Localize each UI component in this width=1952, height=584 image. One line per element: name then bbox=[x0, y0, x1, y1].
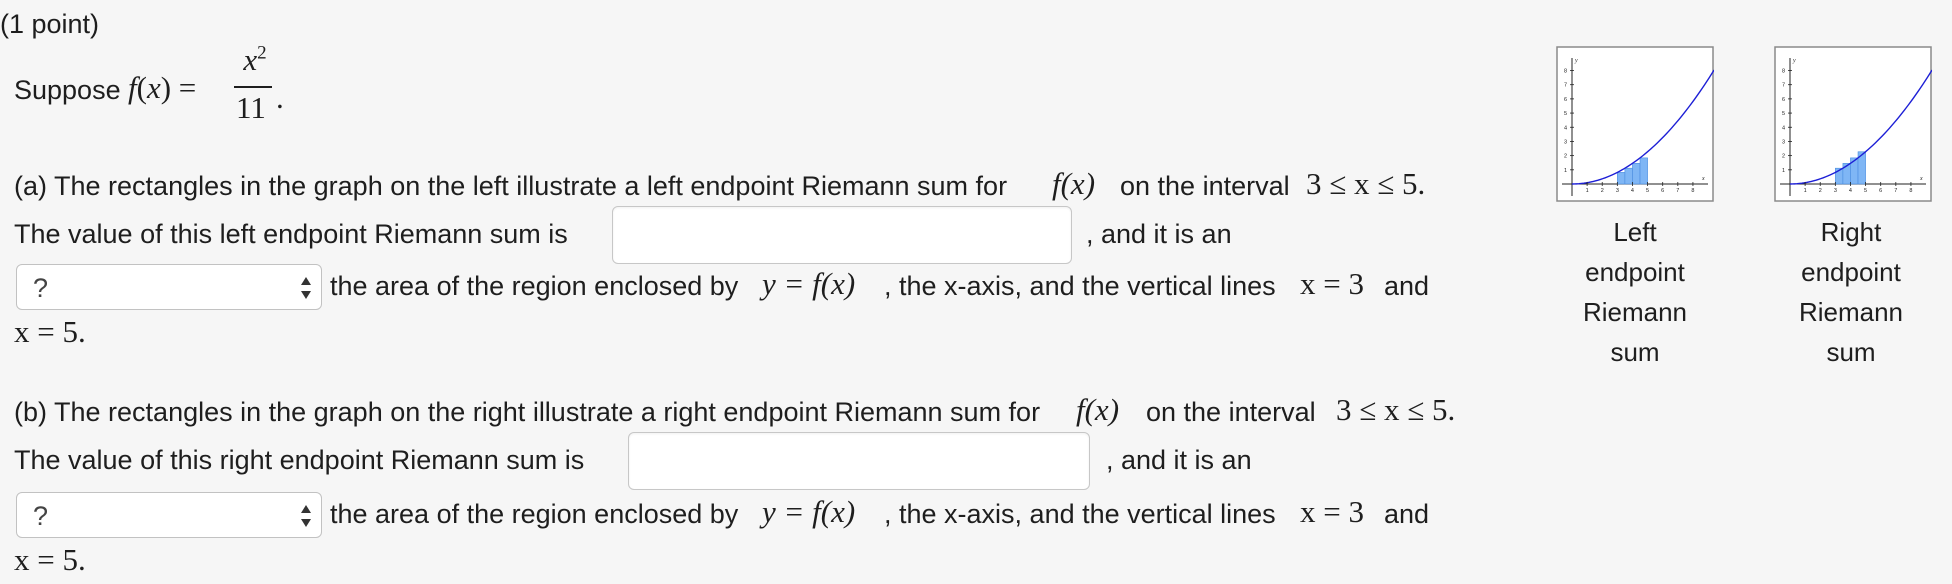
right-caption-line: Right bbox=[1820, 217, 1882, 247]
left-x-tick-label: 7 bbox=[1676, 188, 1679, 194]
part-b-y-eq-fx: y = f(x) bbox=[762, 494, 856, 529]
right-riemann-graph[interactable]: 1 2 3 4 5 6 7 8 1 2 3 4 5 6 7 8 x y bbox=[1774, 46, 1932, 202]
right-x-axis-label: x bbox=[1919, 176, 1923, 182]
part-b-fx: f(x) bbox=[1076, 392, 1120, 427]
right-x-tick-label: 5 bbox=[1864, 188, 1867, 194]
left-riemann-graph[interactable]: 1 2 3 4 5 6 7 8 1 2 3 4 5 6 7 8 x y bbox=[1556, 46, 1714, 202]
left-y-tick-label: 1 bbox=[1564, 168, 1567, 174]
right-graph-caption: Right endpoint Riemann sum bbox=[1776, 212, 1926, 372]
part-a-fx: f(x) bbox=[1052, 166, 1096, 201]
part-a-x-eq-3: x = 3 bbox=[1300, 266, 1364, 301]
left-graph-caption: Left endpoint Riemann sum bbox=[1560, 212, 1710, 372]
part-b-answer-input[interactable] bbox=[628, 432, 1090, 490]
part-a-y-eq-fx: y = f(x) bbox=[762, 266, 856, 301]
part-b-line4: x = 5. bbox=[14, 542, 86, 577]
function-def: f(x) = bbox=[128, 70, 197, 105]
left-y-tick-label: 5 bbox=[1564, 111, 1567, 117]
part-b-line3: the area of the region enclosed by bbox=[330, 499, 739, 529]
part-a-line2: The value of this left endpoint Riemann … bbox=[14, 219, 568, 249]
left-x-tick-label: 8 bbox=[1691, 188, 1694, 194]
left-caption-line: sum bbox=[1610, 337, 1660, 367]
fraction-numerator: x2 bbox=[243, 42, 267, 77]
part-b-line2-tail: , and it is an bbox=[1106, 445, 1252, 475]
left-y-tick-label: 7 bbox=[1564, 83, 1567, 89]
right-y-axis-label: y bbox=[1792, 58, 1796, 64]
part-b-x-eq-3: x = 3 bbox=[1300, 494, 1364, 529]
right-caption-line: sum bbox=[1826, 337, 1876, 367]
left-caption-line: Riemann bbox=[1582, 297, 1688, 327]
left-x-axis-label: x bbox=[1701, 176, 1705, 182]
part-a-line1-tail: on the interval bbox=[1120, 171, 1290, 201]
left-x-tick-label: 1 bbox=[1586, 188, 1589, 194]
left-x-tick-label: 3 bbox=[1616, 188, 1619, 194]
left-riemann-rect bbox=[1632, 163, 1641, 185]
points-label: (1 point) bbox=[0, 9, 100, 39]
right-x-tick-label: 3 bbox=[1834, 188, 1837, 194]
left-y-tick-label: 6 bbox=[1564, 97, 1567, 103]
updown-arrows-icon bbox=[301, 505, 311, 527]
right-y-tick-label: 2 bbox=[1782, 154, 1785, 160]
part-b-comparison-select[interactable]: ? bbox=[16, 492, 322, 538]
right-y-tick-label: 8 bbox=[1782, 69, 1785, 75]
right-x-tick-label: 7 bbox=[1894, 188, 1897, 194]
right-y-tick-label: 1 bbox=[1782, 168, 1785, 174]
part-a-select-value: ? bbox=[33, 273, 49, 303]
left-caption-line: Left bbox=[1613, 217, 1657, 247]
right-caption-line: endpoint bbox=[1801, 257, 1901, 287]
part-b-line1: (b) The rectangles in the graph on the r… bbox=[14, 397, 1041, 427]
part-b-line3-mid: , the x-axis, and the vertical lines bbox=[884, 499, 1276, 529]
part-a-line2-tail: , and it is an bbox=[1086, 219, 1232, 249]
part-a-interval: 3 ≤ x ≤ 5. bbox=[1306, 166, 1426, 201]
right-y-tick-label: 4 bbox=[1782, 125, 1785, 131]
right-x-tick-label: 8 bbox=[1909, 188, 1912, 194]
left-y-tick-label: 2 bbox=[1564, 154, 1567, 160]
part-a-answer-input[interactable] bbox=[612, 206, 1072, 264]
part-b-line2: The value of this right endpoint Riemann… bbox=[14, 445, 585, 475]
left-y-tick-label: 3 bbox=[1564, 139, 1567, 145]
suppose-label: Suppose bbox=[14, 75, 121, 105]
right-x-tick-label: 4 bbox=[1849, 188, 1852, 194]
part-a-line1: (a) The rectangles in the graph on the l… bbox=[14, 171, 1008, 201]
left-y-tick-label: 4 bbox=[1564, 125, 1567, 131]
part-a-line3-mid: , the x-axis, and the vertical lines bbox=[884, 271, 1276, 301]
right-y-tick-label: 7 bbox=[1782, 83, 1785, 89]
left-x-tick-label: 2 bbox=[1601, 188, 1604, 194]
part-b-line1-tail: on the interval bbox=[1146, 397, 1316, 427]
right-y-tick-label: 5 bbox=[1782, 111, 1785, 117]
part-b-select-value: ? bbox=[33, 501, 49, 531]
part-a-comparison-select[interactable]: ? bbox=[16, 264, 322, 310]
period: . bbox=[276, 80, 284, 115]
part-b-line3-end: and bbox=[1384, 499, 1430, 529]
left-riemann-rect bbox=[1624, 167, 1633, 185]
left-riemann-rect bbox=[1639, 157, 1648, 185]
left-caption-line: endpoint bbox=[1585, 257, 1685, 287]
part-a-line4: x = 5. bbox=[14, 314, 86, 349]
right-x-tick-label: 1 bbox=[1804, 188, 1807, 194]
left-x-tick-label: 4 bbox=[1631, 188, 1634, 194]
part-a-line3: the area of the region enclosed by bbox=[330, 271, 739, 301]
fraction-denominator: 11 bbox=[236, 90, 266, 125]
left-riemann-rect bbox=[1617, 172, 1626, 185]
left-y-tick-label: 8 bbox=[1564, 69, 1567, 75]
left-y-axis-label: y bbox=[1574, 58, 1578, 64]
left-x-tick-label: 5 bbox=[1646, 188, 1649, 194]
right-y-tick-label: 6 bbox=[1782, 97, 1785, 103]
right-x-tick-label: 6 bbox=[1879, 188, 1882, 194]
right-caption-line: Riemann bbox=[1798, 297, 1904, 327]
right-y-tick-label: 3 bbox=[1782, 139, 1785, 145]
left-x-tick-label: 6 bbox=[1661, 188, 1664, 194]
part-a-line3-end: and bbox=[1384, 271, 1430, 301]
fraction-bar bbox=[234, 86, 272, 88]
updown-arrows-icon bbox=[301, 277, 311, 299]
part-b-interval: 3 ≤ x ≤ 5. bbox=[1336, 392, 1456, 427]
right-x-tick-label: 2 bbox=[1819, 188, 1822, 194]
